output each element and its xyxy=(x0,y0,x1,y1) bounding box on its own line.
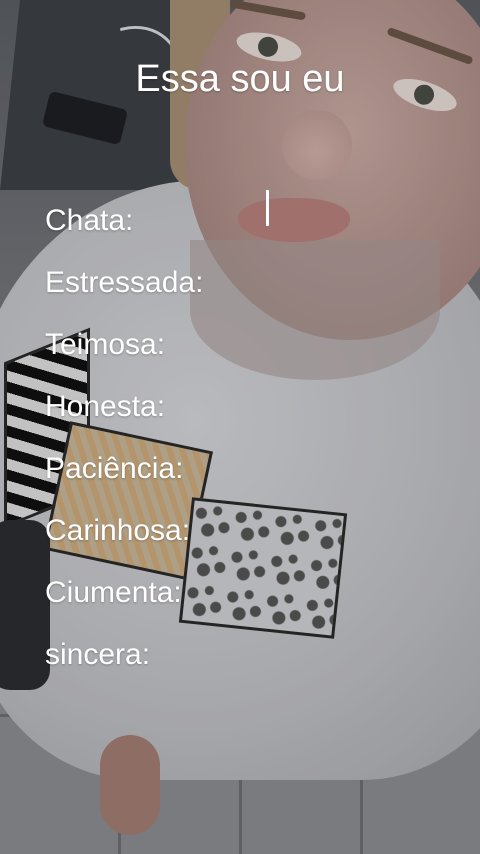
trait-teimosa[interactable]: Teimosa: xyxy=(45,314,203,376)
text-cursor xyxy=(266,190,269,226)
trait-list[interactable]: Chata: Estressada: Teimosa: Honesta: Pac… xyxy=(45,190,203,686)
trait-ciumenta[interactable]: Ciumenta: xyxy=(45,562,203,624)
trait-sincera[interactable]: sincera: xyxy=(45,624,203,686)
story-title[interactable]: Essa sou eu xyxy=(0,56,480,102)
trait-paciencia[interactable]: Paciência: xyxy=(45,438,203,500)
trait-carinhosa[interactable]: Carinhosa: xyxy=(45,500,203,562)
trait-estressada[interactable]: Estressada: xyxy=(45,252,203,314)
trait-chata[interactable]: Chata: xyxy=(45,190,203,252)
trait-honesta[interactable]: Honesta: xyxy=(45,376,203,438)
